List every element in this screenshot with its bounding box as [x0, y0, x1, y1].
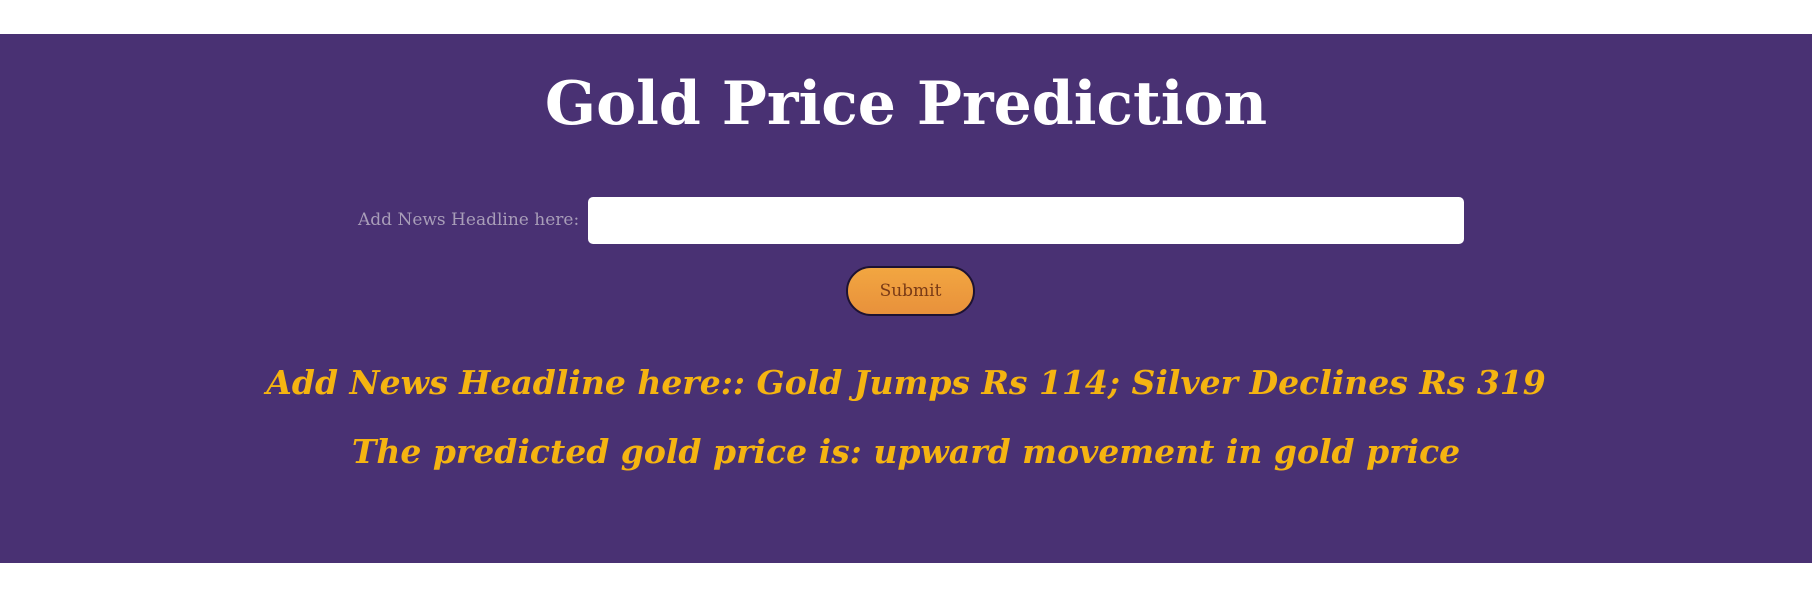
submit-button[interactable]: Submit	[846, 266, 975, 316]
result-headline-text: Add News Headline here:: Gold Jumps Rs 1…	[266, 363, 1546, 402]
page-title: Gold Price Prediction	[544, 69, 1268, 139]
headline-input[interactable]	[588, 197, 1464, 244]
headline-input-label: Add News Headline here:	[358, 210, 580, 230]
prediction-result-text: The predicted gold price is: upward move…	[351, 432, 1461, 471]
headline-form: Add News Headline here:	[0, 197, 1812, 244]
